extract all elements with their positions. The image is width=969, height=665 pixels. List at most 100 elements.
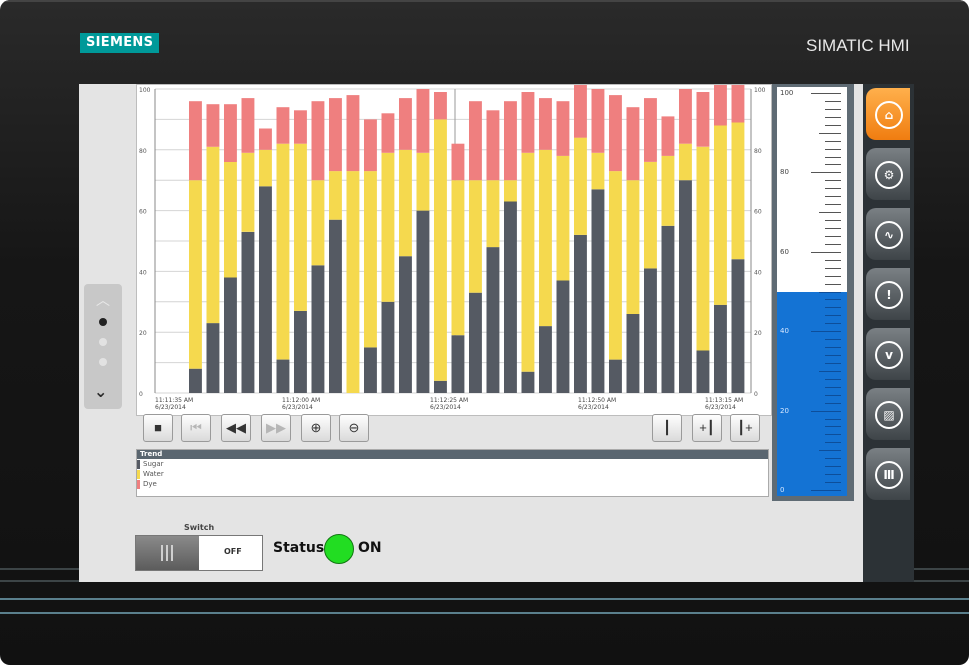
model-name: SIMATIC HMI (806, 36, 910, 55)
bar-sugar (416, 210, 430, 393)
legend-row-water[interactable]: Water (137, 470, 768, 479)
bar-sugar (399, 256, 412, 393)
gauge-tick (811, 93, 841, 94)
page-dot-3[interactable] (99, 358, 107, 366)
ruler-back-button[interactable]: +┃ (692, 414, 722, 442)
bar-water (206, 146, 220, 324)
gauge-tick (825, 283, 841, 285)
gauge-tick (825, 180, 841, 182)
gauge-tick (825, 339, 841, 341)
nav-button-settings-sliders[interactable]: Ⅲ (866, 448, 910, 500)
chevron-up-icon[interactable]: ︿ (96, 290, 110, 310)
gauge-tick (825, 259, 841, 261)
fast-forward-button[interactable]: ▶▶ (261, 414, 291, 442)
gauge-label: 20 (780, 406, 789, 415)
bar-water (399, 149, 412, 257)
bar-water (486, 180, 500, 248)
gauge-tick (825, 402, 841, 404)
bar-dye (434, 92, 447, 120)
alarm-icon: ! (875, 281, 903, 309)
bar-sugar (609, 359, 622, 393)
trend-view[interactable]: 100 80 60 40 20 0 100 80 60 40 20 0 11:11:35 AM 6/23/… (136, 84, 772, 416)
hmi-bezel: SIEMENS SIMATIC HMI ︿ ⌄ 100 80 60 40 20 0 100 8… (0, 0, 969, 665)
bar-sugar (539, 326, 552, 393)
ruler-forward-button[interactable]: ┃+ (730, 414, 760, 442)
nav-button-diagnostics[interactable]: ⅴ (866, 328, 910, 380)
bar-dye (486, 110, 500, 181)
bar-sugar (644, 268, 657, 393)
skip-to-start-button[interactable]: ⏮ (181, 414, 211, 442)
gauge-tick (825, 418, 841, 420)
gauge-tick (825, 482, 841, 484)
bar-sugar (679, 180, 692, 393)
gauge-label: 60 (780, 247, 789, 256)
gauge-tick (825, 220, 841, 222)
nav-button-trend[interactable]: ∿ (866, 208, 910, 260)
bar-gauge: 100 80 60 40 20 0 (777, 87, 847, 496)
bar-dye (521, 92, 535, 153)
bar-dye (609, 95, 622, 172)
page-dot-1[interactable] (99, 318, 107, 326)
bar-water (661, 155, 675, 226)
bar-sugar (469, 292, 482, 393)
legend-row-sugar[interactable]: Sugar (137, 460, 768, 469)
chevron-down-icon[interactable]: ⌄ (94, 382, 107, 401)
home-icon: ⌂ (875, 101, 903, 129)
gauge-label: 100 (780, 89, 794, 97)
gauge-tick (825, 227, 841, 229)
bar-water (276, 143, 290, 360)
gauge-label: 80 (780, 168, 789, 177)
x-tick-date: 6/23/2014 (578, 404, 609, 411)
gauge-tick (819, 450, 841, 452)
bar-water (609, 171, 622, 360)
bar-water (346, 171, 360, 393)
nav-button-gear[interactable]: ⚙ (866, 148, 910, 200)
legend-row-dye[interactable]: Dye (137, 480, 768, 489)
bar-dye (661, 116, 675, 156)
status-lamp (324, 534, 354, 564)
bar-sugar (259, 186, 272, 393)
x-tick-date: 6/23/2014 (155, 404, 186, 411)
zoom-in-button[interactable]: ⊕ (301, 414, 331, 442)
bar-dye (364, 119, 377, 172)
bar-water (521, 152, 535, 372)
gauge-tick (811, 490, 841, 491)
bar-water (311, 180, 325, 266)
x-tick-date: 6/23/2014 (705, 404, 736, 411)
gauge-tick (825, 474, 841, 476)
bar-water (241, 152, 255, 232)
bar-sugar (364, 347, 377, 393)
gauge-tick (825, 164, 841, 166)
gauge-tick (825, 362, 841, 364)
gauge-tick (819, 370, 841, 372)
gauge-tick (825, 140, 841, 142)
rewind-button[interactable]: ◀◀ (221, 414, 251, 442)
page-dot-2[interactable] (99, 338, 107, 346)
bar-dye (731, 84, 745, 123)
toggle-switch[interactable]: OFF (135, 535, 263, 571)
switch-knob[interactable] (136, 536, 199, 570)
zoom-out-button[interactable]: ⊖ (339, 414, 369, 442)
y-tick-label-right: 40 (754, 269, 762, 276)
bar-sugar (504, 201, 517, 393)
nav-button-image[interactable]: ▨ (866, 388, 910, 440)
bar-dye (574, 84, 587, 138)
bar-sugar (224, 277, 237, 393)
bar-water (556, 155, 570, 281)
bar-water (259, 149, 272, 187)
gauge-tick (825, 108, 841, 110)
gauge-tick (825, 434, 841, 436)
bar-sugar (574, 234, 587, 393)
gauge-tick (825, 275, 841, 277)
ruler-button[interactable]: ┃ (652, 414, 682, 442)
bar-water (731, 122, 745, 260)
gauge-tick (825, 442, 841, 444)
nav-button-home[interactable]: ⌂ (866, 88, 910, 140)
gauge-tick (825, 426, 841, 428)
nav-button-alarm[interactable]: ! (866, 268, 910, 320)
y-tick-label-right: 80 (754, 148, 762, 155)
gauge-tick (825, 196, 841, 198)
bar-water (714, 125, 727, 305)
stop-button[interactable]: ■ (143, 414, 173, 442)
hmi-screen: ︿ ⌄ 100 80 60 40 20 0 100 80 60 40 20 0 11:11:35 AM 6… (79, 84, 914, 582)
